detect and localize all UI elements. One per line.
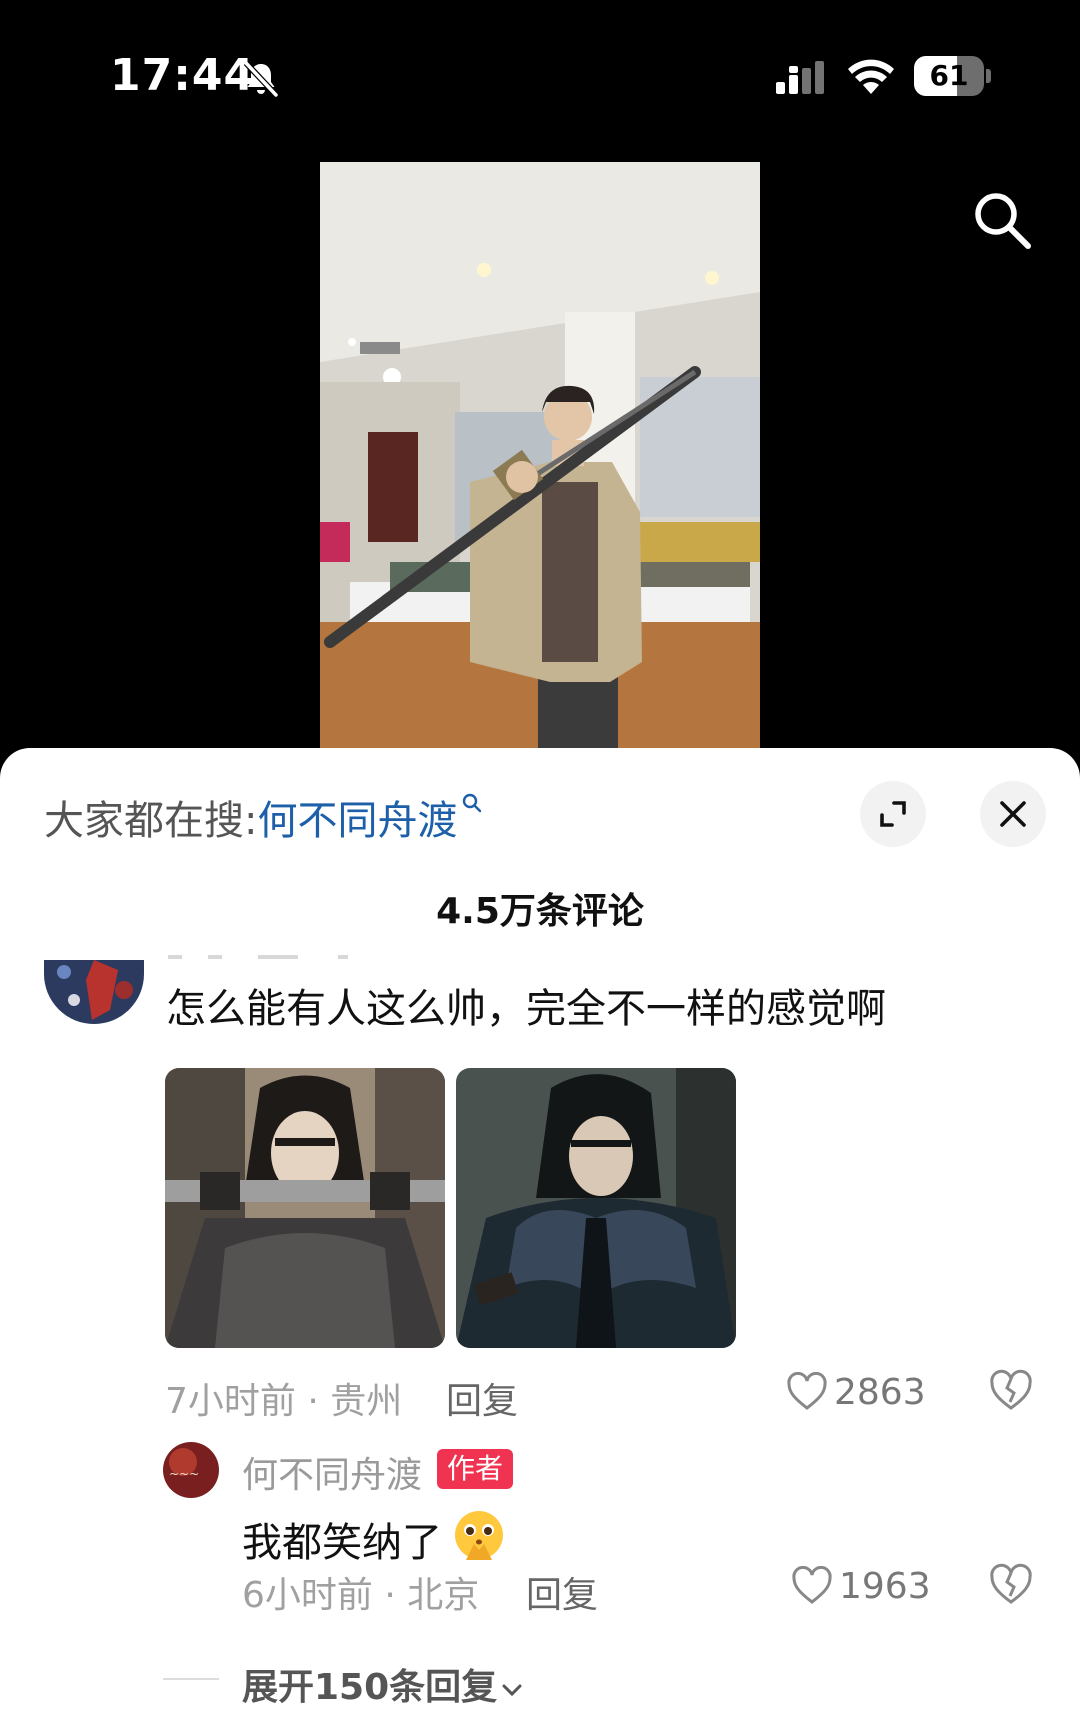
pleading-hands-emoji <box>455 1511 503 1560</box>
trending-search[interactable]: 大家都在搜:何不同舟渡 <box>44 788 483 846</box>
comment-image[interactable] <box>456 1068 736 1348</box>
like-button[interactable]: 2863 <box>786 1371 926 1413</box>
author-badge: 作者 <box>437 1449 514 1489</box>
reply-time-location: 6小时前 · 北京 <box>242 1575 480 1616</box>
divider <box>163 1678 219 1680</box>
comment-time-location: 7小时前 · 贵州 <box>165 1381 403 1422</box>
chevron-down-icon <box>502 1684 522 1697</box>
close-icon <box>1000 801 1026 827</box>
reply-text: 我都笑纳了 <box>242 1520 442 1566</box>
battery-indicator: 61 <box>914 56 991 96</box>
expand-icon <box>880 801 906 827</box>
heart-icon <box>792 1565 832 1604</box>
cut-off-username <box>168 955 348 959</box>
close-button[interactable] <box>980 781 1046 847</box>
author-avatar[interactable]: ~~~ <box>163 1442 219 1498</box>
comment-text: 怎么能有人这么帅，完全不一样的感觉啊 <box>166 986 886 1032</box>
like-count: 2863 <box>834 1372 926 1413</box>
like-count: 1963 <box>839 1566 931 1607</box>
comment-sheet: 大家都在搜:何不同舟渡 4.5万条评论 怎么能有人这么帅，完全不一样的感觉啊 7… <box>0 748 1080 1720</box>
broken-heart-icon[interactable] <box>988 1368 1034 1414</box>
fullscreen-button[interactable] <box>860 781 926 847</box>
svg-text:~~~: ~~~ <box>169 1467 199 1481</box>
broken-heart-icon[interactable] <box>988 1562 1034 1608</box>
small-search-icon <box>463 793 482 813</box>
cellular-signal-icon <box>776 61 824 94</box>
heart-icon <box>787 1371 827 1410</box>
comment-count: 4.5万条评论 <box>436 891 644 932</box>
trending-prefix: 大家都在搜: <box>44 798 258 844</box>
expand-replies-button[interactable]: 展开150条回复 <box>242 1658 523 1710</box>
like-button[interactable]: 1963 <box>791 1565 931 1607</box>
reply-button[interactable]: 回复 <box>526 1566 598 1618</box>
avatar[interactable] <box>44 960 144 1024</box>
video-player[interactable] <box>320 162 760 762</box>
reply-button[interactable]: 回复 <box>446 1372 518 1424</box>
status-bar: 17:44 61 <box>0 0 1080 150</box>
wifi-icon <box>848 59 894 94</box>
author-name[interactable]: 何不同舟渡 <box>242 1446 422 1498</box>
comment-image[interactable] <box>165 1068 445 1348</box>
trending-keyword[interactable]: 何不同舟渡 <box>257 798 457 844</box>
bell-muted-icon <box>243 60 279 98</box>
expand-replies-label: 展开150条回复 <box>242 1667 498 1708</box>
battery-percent: 61 <box>929 59 969 92</box>
search-icon[interactable] <box>970 188 1034 252</box>
clock: 17:44 <box>110 50 256 101</box>
video-frame-image <box>320 162 760 762</box>
